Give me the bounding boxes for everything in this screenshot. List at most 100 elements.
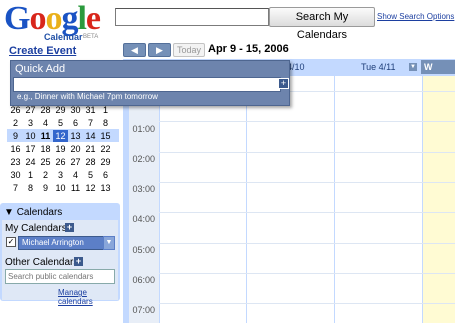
day-header-tue[interactable]: Tue 4/11 ▼	[331, 60, 419, 74]
today-button[interactable]: Today	[173, 43, 205, 57]
calendars-panel: ▼ Calendars My Calendars + ✓ Michael Arr…	[0, 203, 120, 306]
other-calendars-label: Other Calendars	[5, 257, 79, 268]
mini-calendar-day[interactable]: 26	[53, 156, 68, 168]
chevron-down-icon[interactable]: ▼	[409, 63, 417, 71]
calendar-item-michael-arrington[interactable]: Michael Arrington	[18, 236, 105, 250]
mini-calendar: 26 27 28 29 30 31 1 2 3 4 5 6 7 8 9 10 11 12 13 14 15 16 17 18 1…	[7, 104, 119, 194]
time-label: 06:00	[132, 275, 155, 285]
mini-calendar-day[interactable]: 2	[8, 117, 23, 129]
today-column[interactable]	[423, 76, 455, 323]
mini-calendar-day[interactable]: 8	[98, 117, 113, 129]
time-label: 05:00	[132, 245, 155, 255]
calendars-title: Calendars	[16, 207, 63, 218]
mini-calendar-day[interactable]: 30	[8, 169, 23, 181]
mini-calendar-day[interactable]: 8	[23, 182, 38, 194]
hour-line	[159, 303, 455, 304]
mini-calendar-day[interactable]: 4	[68, 169, 83, 181]
create-event-link[interactable]: Create Event	[9, 45, 76, 57]
logo-wordmark: Google	[4, 0, 101, 37]
search-my-calendars-button[interactable]: Search My Calendars	[269, 7, 375, 41]
quick-add-hint: e.g., Dinner with Michael 7pm tomorrow	[17, 92, 158, 101]
mini-calendar-day[interactable]: 25	[38, 156, 53, 168]
mini-calendar-day[interactable]: 14	[83, 130, 98, 142]
mini-calendar-day[interactable]: 5	[53, 117, 68, 129]
mini-calendar-day[interactable]: 9	[8, 130, 23, 142]
mini-calendar-day[interactable]: 15	[98, 130, 113, 142]
mini-calendar-day[interactable]: 18	[38, 143, 53, 155]
mini-calendar-day[interactable]: 20	[68, 143, 83, 155]
time-column	[129, 76, 160, 323]
quick-add-popup: Quick Add + e.g., Dinner with Michael 7p…	[10, 60, 290, 106]
mini-calendar-day[interactable]: 22	[98, 143, 113, 155]
quick-add-input[interactable]	[13, 77, 281, 92]
mini-calendar-day[interactable]: 7	[8, 182, 23, 194]
column-divider	[246, 76, 247, 323]
google-calendar-logo[interactable]: Google Calendar BETA	[4, 0, 101, 43]
mini-calendar-day[interactable]: 24	[23, 156, 38, 168]
mini-calendar-day[interactable]: 4	[38, 117, 53, 129]
add-my-calendar-icon[interactable]: +	[65, 223, 74, 232]
time-label: 02:00	[132, 154, 155, 164]
next-week-button[interactable]: ▶	[148, 43, 171, 57]
hour-line	[159, 273, 455, 274]
search-public-calendars-input[interactable]	[5, 269, 115, 284]
prev-week-button[interactable]: ◀	[123, 43, 146, 57]
triangle-down-icon: ▼	[4, 207, 17, 218]
mini-calendar-day[interactable]: 6	[98, 169, 113, 181]
mini-calendar-day[interactable]: 12	[53, 130, 68, 142]
date-range-title: Apr 9 - 15, 2006	[208, 43, 289, 55]
mini-calendar-day[interactable]: 6	[68, 117, 83, 129]
mini-calendar-day[interactable]: 10	[23, 130, 38, 142]
quick-add-submit-icon[interactable]: +	[278, 78, 289, 89]
mini-calendar-day[interactable]: 29	[98, 156, 113, 168]
mini-calendar-day[interactable]: 11	[38, 130, 53, 142]
mini-calendar-day[interactable]: 13	[68, 130, 83, 142]
hour-line	[159, 212, 455, 213]
manage-calendars-link[interactable]: Manage calendars	[58, 288, 118, 306]
calendar-checkbox[interactable]: ✓	[6, 237, 16, 247]
calendars-panel-header[interactable]: ▼ Calendars	[4, 207, 62, 218]
hour-line	[159, 243, 455, 244]
my-calendars-label: My Calendars	[5, 223, 67, 234]
mini-calendar-day[interactable]: 2	[38, 169, 53, 181]
mini-calendar-day[interactable]: 28	[83, 156, 98, 168]
mini-calendar-day[interactable]: 27	[68, 156, 83, 168]
mini-calendar-day[interactable]: 9	[38, 182, 53, 194]
mini-calendar-day[interactable]: 11	[68, 182, 83, 194]
logo-subtitle: Calendar	[44, 32, 83, 42]
time-label: 07:00	[132, 305, 155, 315]
chevron-down-icon[interactable]: ▼	[103, 236, 115, 250]
logo-beta: BETA	[83, 34, 99, 40]
day-header-wed[interactable]: W	[421, 60, 455, 74]
mini-calendar-day[interactable]: 10	[53, 182, 68, 194]
hour-line	[159, 121, 455, 122]
week-grid[interactable]	[129, 76, 455, 323]
column-divider	[334, 76, 335, 323]
hour-line	[159, 182, 455, 183]
day-header-tue-label: Tue 4/11	[361, 62, 396, 72]
mini-calendar-day[interactable]: 3	[23, 117, 38, 129]
mini-calendar-day[interactable]: 17	[23, 143, 38, 155]
show-search-options-link[interactable]: Show Search Options	[377, 12, 454, 21]
mini-calendar-day[interactable]: 12	[83, 182, 98, 194]
mini-calendar-day[interactable]: 21	[83, 143, 98, 155]
search-input[interactable]	[115, 8, 269, 26]
time-label: 01:00	[132, 124, 155, 134]
mini-calendar-day[interactable]: 7	[83, 117, 98, 129]
add-other-calendar-icon[interactable]: +	[74, 257, 83, 266]
mini-calendar-day[interactable]: 13	[98, 182, 113, 194]
hour-line	[159, 152, 455, 153]
calendars-panel-body: My Calendars + ✓ Michael Arrington ▼ Oth…	[2, 220, 118, 306]
chevron-right-icon: ▶	[156, 45, 163, 55]
mini-calendar-day[interactable]: 1	[23, 169, 38, 181]
mini-calendar-day[interactable]: 3	[53, 169, 68, 181]
mini-calendar-day[interactable]: 23	[8, 156, 23, 168]
mini-calendar-day[interactable]: 16	[8, 143, 23, 155]
chevron-left-icon: ◀	[131, 45, 138, 55]
day-header-wed-label: W	[424, 62, 433, 72]
quick-add-title: Quick Add	[15, 63, 66, 75]
mini-calendar-day[interactable]: 19	[53, 143, 68, 155]
column-divider	[422, 76, 423, 323]
mini-calendar-day[interactable]: 5	[83, 169, 98, 181]
time-label: 04:00	[132, 214, 155, 224]
